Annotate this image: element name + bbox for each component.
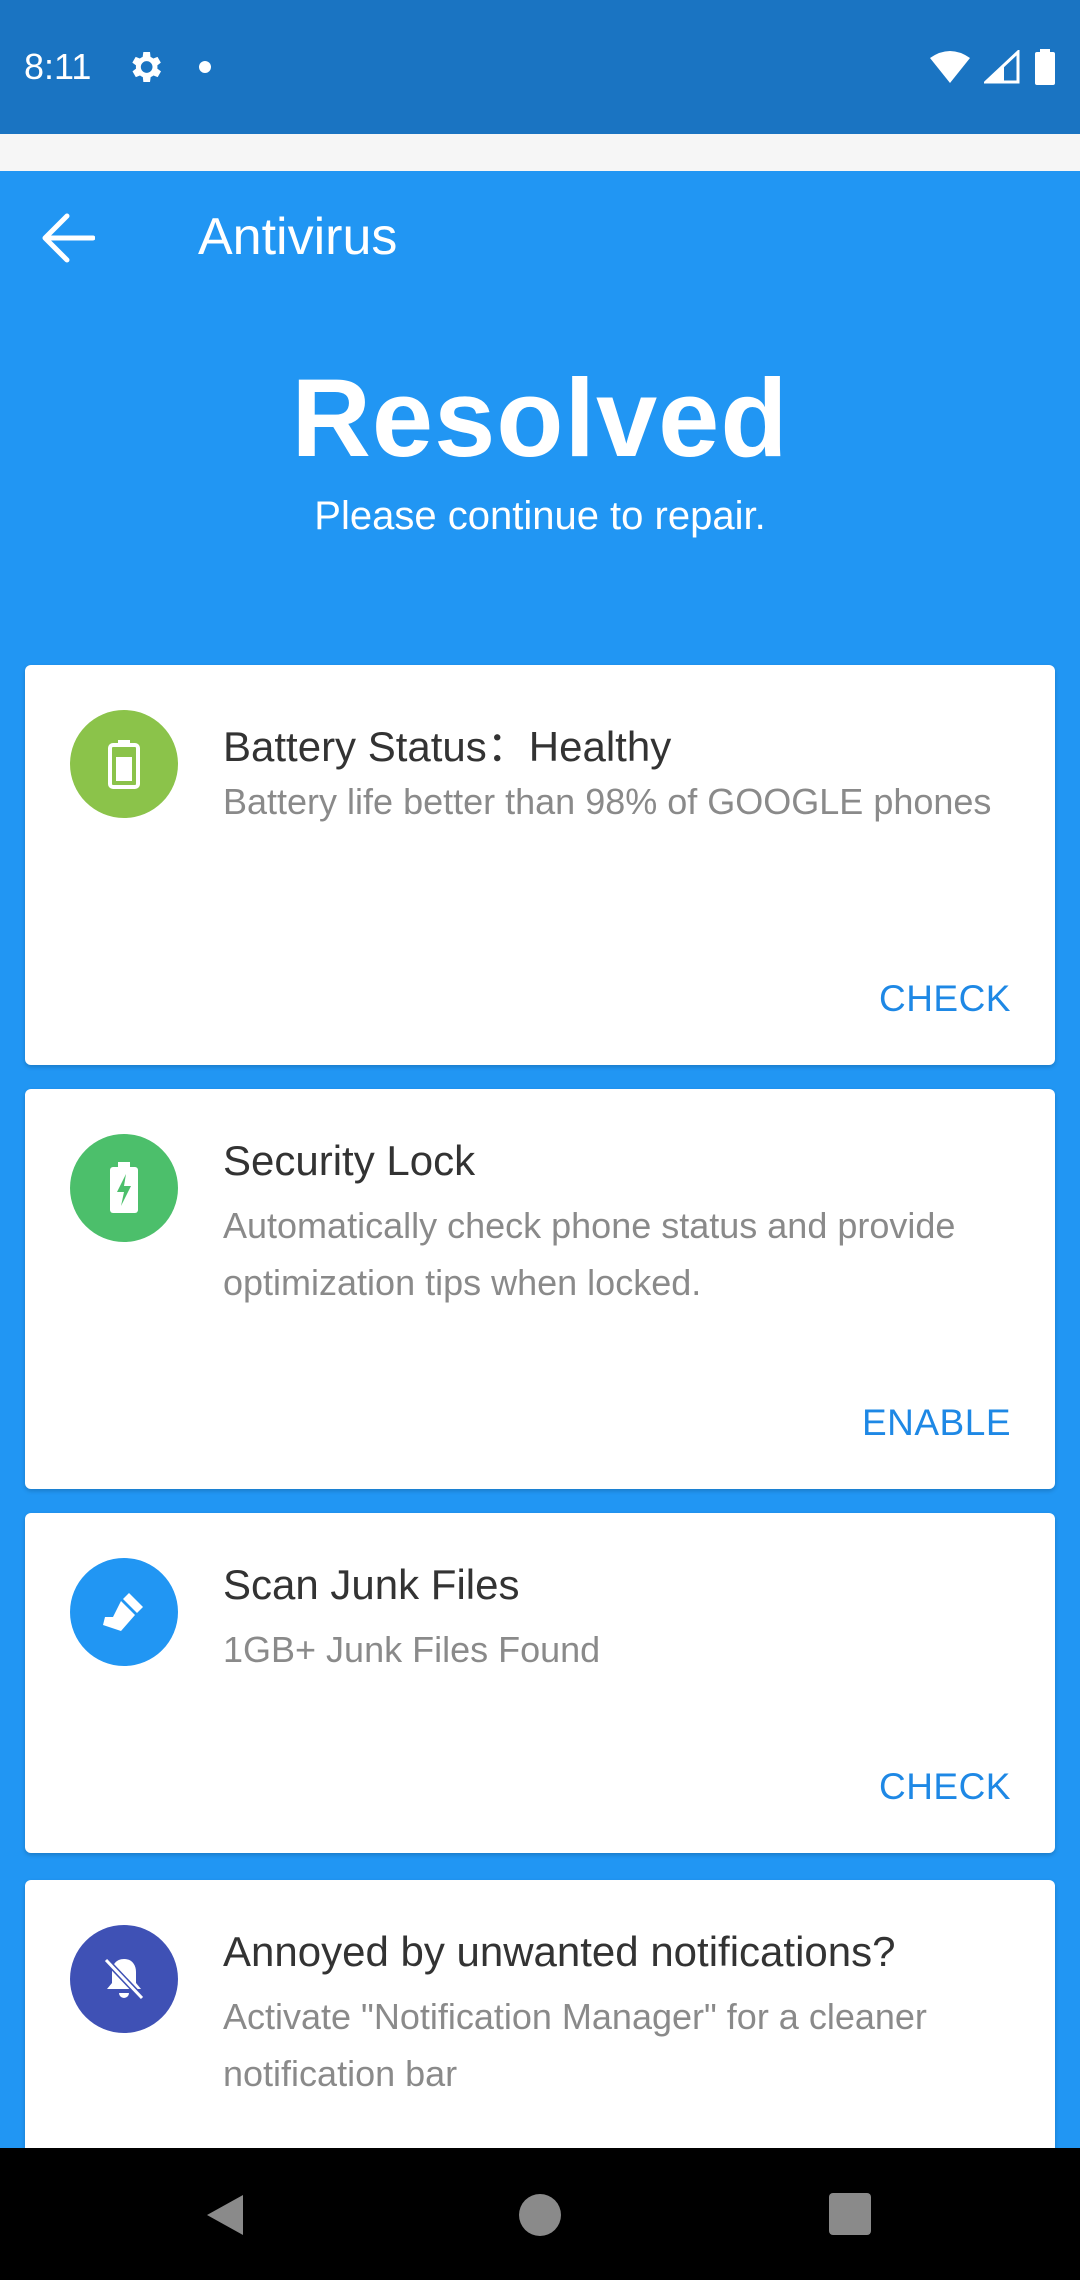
notifications-off-icon [103, 1957, 145, 2001]
card-description: Activate "Notification Manager" for a cl… [223, 1996, 927, 2094]
card-description: Battery life better than 98% of GOOGLE p… [223, 781, 992, 822]
security-card-icon-circle [70, 1134, 178, 1242]
junk-card-icon-circle [70, 1558, 178, 1666]
toolbar-title: Antivirus [198, 208, 398, 266]
card-title: Battery Status：Healthy [223, 723, 672, 770]
charging-battery-icon [110, 1162, 138, 1213]
dot-icon [199, 61, 212, 73]
toolbar: Antivirus [0, 171, 1080, 301]
security-lock-card: Security Lock Automatically check phone … [25, 1089, 1055, 1489]
status-strip [0, 134, 1080, 171]
card-description: Automatically check phone status and pro… [223, 1205, 956, 1303]
battery-icon [108, 740, 140, 789]
navigation-bar [0, 2148, 1080, 2280]
back-button[interactable] [30, 201, 104, 275]
card-title: Security Lock [223, 1137, 476, 1184]
broom-icon [103, 1593, 143, 1631]
status-icons [930, 49, 1056, 85]
battery-card-icon-circle [70, 710, 178, 818]
signal-icon [984, 50, 1020, 84]
card-title: Annoyed by unwanted notifications? [223, 1928, 896, 1975]
card-title: Scan Junk Files [223, 1561, 520, 1608]
result-subtitle: Please continue to repair. [314, 494, 766, 538]
notification-card-icon-circle [70, 1925, 178, 2033]
nav-recents-icon[interactable] [829, 2193, 871, 2235]
gear-icon [132, 52, 162, 82]
status-bar: 8:11 [0, 0, 1080, 134]
check-junk-button[interactable]: CHECK [879, 1766, 1011, 1808]
nav-home-icon[interactable] [519, 2194, 561, 2236]
scan-junk-card: Scan Junk Files 1GB+ Junk Files Found CH… [25, 1513, 1055, 1853]
result-title: Resolved [291, 357, 789, 480]
arrow-left-icon [42, 213, 95, 263]
enable-security-lock-button[interactable]: ENABLE [862, 1402, 1011, 1444]
battery-icon [1035, 49, 1055, 85]
card-description: 1GB+ Junk Files Found [223, 1629, 601, 1670]
status-time: 8:11 [24, 46, 92, 87]
battery-status-card: Battery Status：Healthy Battery life bett… [25, 665, 1055, 1065]
wifi-icon [930, 51, 970, 83]
nav-back-icon[interactable] [205, 2193, 245, 2237]
screen: 8:11 Antivirus Resolved Please continue … [0, 0, 1080, 2280]
check-battery-button[interactable]: CHECK [879, 978, 1011, 1020]
